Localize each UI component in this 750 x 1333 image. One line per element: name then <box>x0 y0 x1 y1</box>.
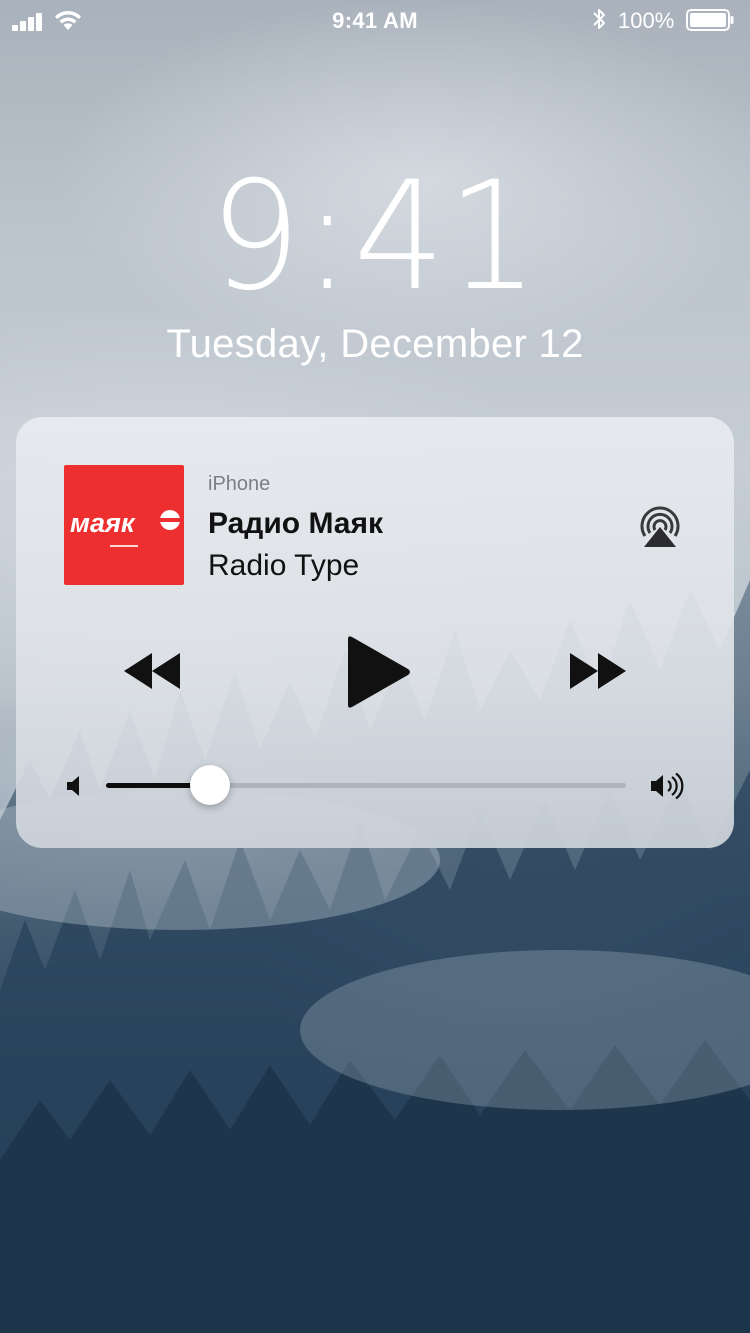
track-title: Радио Маяк <box>208 507 384 540</box>
track-subtitle: Radio Type <box>208 549 360 582</box>
volume-slider[interactable] <box>106 765 626 805</box>
battery-percentage: 100% <box>618 8 675 33</box>
svg-text:маяк: маяк <box>70 508 136 538</box>
lock-screen-time: 9:41 <box>209 150 541 324</box>
battery-icon <box>686 9 734 31</box>
status-bar: 9:41 AM 100% <box>0 0 750 42</box>
rewind-icon[interactable] <box>120 649 184 693</box>
volume-high-icon <box>651 772 684 800</box>
airplay-icon[interactable] <box>636 505 684 549</box>
volume-low-icon <box>67 776 79 796</box>
now-playing-widget: маяк iPhone Радио Маяк Radio Type <box>16 417 734 848</box>
radio-mayak-logo: маяк <box>70 508 180 547</box>
volume-slider-thumb[interactable] <box>190 765 230 805</box>
lock-screen-date: Tuesday, December 12 <box>166 322 584 366</box>
playback-source: iPhone <box>208 473 271 495</box>
album-artwork[interactable]: маяк <box>64 465 184 585</box>
play-icon[interactable] <box>344 635 412 709</box>
fast-forward-icon[interactable] <box>566 649 630 693</box>
bluetooth-icon <box>593 9 605 29</box>
